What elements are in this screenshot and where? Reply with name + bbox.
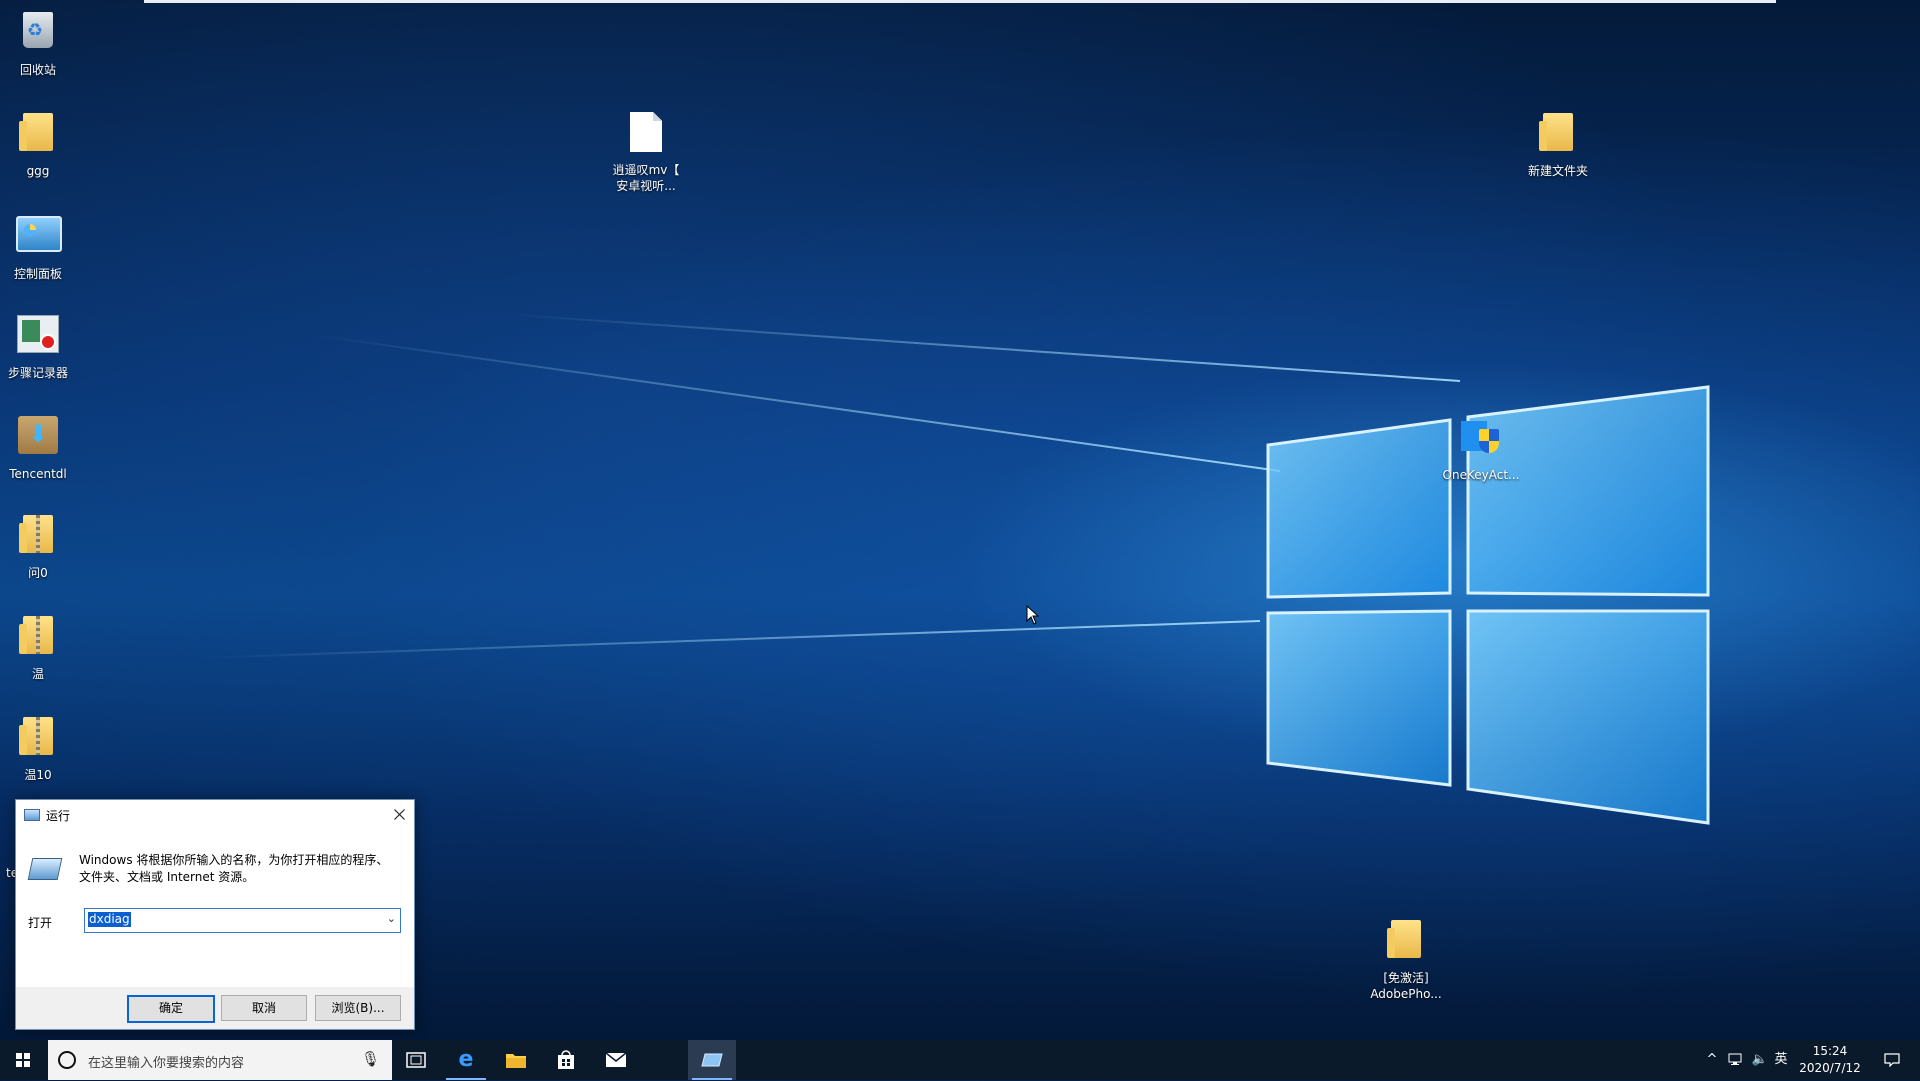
file-explorer-icon: [506, 1054, 526, 1068]
desktop-icon-onekeyact[interactable]: OneKeyAct...: [1441, 415, 1521, 483]
desktop-icon-wen10[interactable]: 温10: [0, 714, 76, 783]
light-ray: [502, 313, 1461, 382]
desktop-icon-steps-recorder[interactable]: 步骤记录器: [0, 311, 76, 381]
run-icon: [701, 1053, 723, 1067]
desktop-icon-wen0[interactable]: 问0: [0, 512, 76, 581]
desktop-icon-adobe[interactable]: [免激活] AdobePho...: [1366, 917, 1446, 1002]
folder-icon: [1536, 113, 1580, 157]
task-view-icon: [406, 1052, 426, 1068]
light-ray: [200, 620, 1261, 659]
run-dialog-body: Windows 将根据你所输入的名称，为你打开相应的程序、文件夹、文档或 Int…: [16, 830, 414, 988]
desktop-icon-ggg[interactable]: ggg: [0, 110, 76, 179]
chevron-down-icon[interactable]: ⌄: [387, 912, 396, 925]
network-icon[interactable]: [1724, 1040, 1748, 1080]
run-dialog-footer: 确定 取消 浏览(B)...: [16, 987, 414, 1029]
store-icon: [558, 1050, 574, 1069]
task-view-button[interactable]: [392, 1040, 440, 1080]
desktop-icon-label: 温10: [24, 768, 52, 782]
run-dialog[interactable]: 运行 Windows 将根据你所输入的名称，为你打开相应的程序、文件夹、文档或 …: [15, 799, 415, 1030]
mail-button[interactable]: [592, 1040, 640, 1080]
run-dialog-description: Windows 将根据你所输入的名称，为你打开相应的程序、文件夹、文档或 Int…: [79, 853, 389, 884]
edge-button[interactable]: e: [442, 1040, 490, 1080]
folder-icon: [1384, 920, 1428, 964]
desktop-icon-label: OneKeyAct...: [1442, 468, 1520, 482]
shield-icon: [1459, 417, 1503, 461]
desktop-icon-media-file[interactable]: 逍遥叹mv【 安卓视听...: [606, 110, 686, 194]
zip-folder-icon: [16, 616, 60, 660]
open-label: 打开: [28, 916, 53, 930]
cancel-button[interactable]: 取消: [221, 995, 307, 1021]
edge-icon: e: [458, 1047, 474, 1072]
run-app-icon: [27, 858, 63, 880]
desktop-icon-label: 步骤记录器: [7, 366, 68, 380]
file-explorer-button[interactable]: [492, 1040, 540, 1080]
logo-pane-bottom-left: [1266, 609, 1452, 787]
open-combobox[interactable]: dxdiag ⌄: [84, 908, 401, 933]
taskbar: 在这里输入你要搜索的内容 🎙 e ^ 🔈 英 15:24 2020/7/12: [0, 1040, 1920, 1080]
volume-icon[interactable]: 🔈: [1748, 1040, 1772, 1080]
desktop-icon-label-line2: AdobePho...: [1370, 987, 1442, 1001]
open-input-value[interactable]: dxdiag: [88, 912, 131, 927]
search-placeholder: 在这里输入你要搜索的内容: [88, 1056, 245, 1071]
run-dialog-title: 运行: [46, 808, 71, 823]
light-ray: [309, 333, 1281, 472]
desktop-icon-label-line1: [免激活]: [1383, 971, 1429, 985]
desktop-icon-label: 温: [31, 667, 44, 681]
close-icon: [393, 809, 405, 820]
logo-pane-bottom-right: [1466, 609, 1710, 825]
desktop-icon-label: Tencentdl: [9, 467, 67, 481]
desktop-icon-label-line2: 安卓视听...: [616, 179, 676, 193]
desktop-icon-label: 控制面板: [13, 267, 62, 281]
run-icon: [24, 809, 40, 821]
control-panel-icon: [16, 216, 62, 260]
desktop-icon-new-folder[interactable]: 新建文件夹: [1518, 110, 1598, 179]
notification-icon: [1884, 1052, 1900, 1067]
microphone-icon[interactable]: 🎙: [361, 1050, 380, 1068]
desktop-icon-label: 问0: [28, 566, 48, 580]
zip-folder-icon: [16, 515, 60, 559]
desktop-icon-label: ggg: [26, 164, 50, 178]
ime-indicator[interactable]: 英: [1772, 1040, 1790, 1080]
tray-chevron[interactable]: ^: [1702, 1040, 1722, 1080]
run-taskbar-button[interactable]: [688, 1040, 736, 1080]
mouse-cursor-icon: [1026, 605, 1040, 625]
clock-date: 2020/7/12: [1799, 1061, 1861, 1075]
windows-start-icon: [16, 1053, 30, 1067]
zip-folder-icon: [16, 717, 60, 761]
steps-recorder-icon: [16, 315, 60, 359]
ok-button[interactable]: 确定: [127, 995, 215, 1023]
store-button[interactable]: [542, 1040, 590, 1080]
desktop-icon-tencentdl[interactable]: Tencentdl: [0, 412, 76, 482]
taskbar-search-box[interactable]: 在这里输入你要搜索的内容 🎙: [48, 1040, 392, 1080]
start-button[interactable]: [0, 1040, 48, 1080]
desktop-icon-label: 回收站: [19, 63, 56, 77]
desktop-icon-recycle-bin[interactable]: 回收站: [0, 8, 76, 78]
user-folder-icon: [16, 113, 60, 157]
recycle-bin-icon: [16, 12, 60, 56]
document-icon: [624, 112, 668, 156]
clock[interactable]: 15:24 2020/7/12: [1790, 1043, 1870, 1077]
notification-center-button[interactable]: [1872, 1040, 1912, 1080]
close-button[interactable]: [384, 800, 414, 830]
run-dialog-titlebar[interactable]: 运行: [16, 800, 414, 830]
desktop-icon-label: 新建文件夹: [1527, 164, 1588, 178]
browse-button[interactable]: 浏览(B)...: [315, 995, 401, 1021]
desktop-icon-label-line1: 逍遥叹mv【: [612, 163, 680, 177]
cortana-icon: [58, 1051, 76, 1069]
logo-pane-top-left: [1266, 418, 1452, 599]
desktop-icon-control-panel[interactable]: 控制面板: [0, 210, 76, 282]
desktop-icon-wen[interactable]: 温: [0, 613, 76, 682]
clock-time: 15:24: [1812, 1044, 1848, 1058]
top-edge-line: [144, 0, 1776, 3]
tencent-download-icon: [16, 416, 60, 460]
mail-icon: [605, 1052, 627, 1067]
